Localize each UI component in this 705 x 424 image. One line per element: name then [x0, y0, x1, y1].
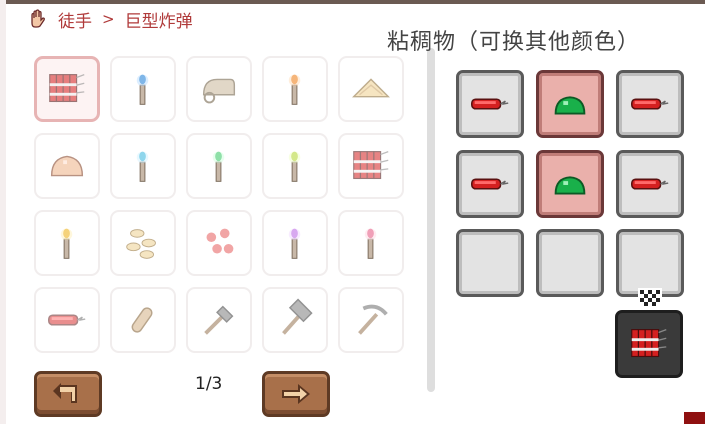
dynamite-stick-icon — [471, 178, 509, 190]
dynamite-stick-icon — [631, 98, 669, 110]
rope-icon — [131, 307, 153, 333]
item-slot[interactable] — [110, 287, 176, 353]
item-slot[interactable] — [110, 210, 176, 276]
crafting-slot[interactable] — [616, 150, 684, 218]
item-slot[interactable] — [34, 56, 100, 122]
crafting-slot[interactable] — [456, 70, 524, 138]
crafting-slot[interactable] — [456, 150, 524, 218]
result-slot[interactable] — [615, 310, 683, 378]
crafting-slot[interactable] — [616, 70, 684, 138]
dynamite-stick-icon — [48, 314, 86, 326]
item-slot[interactable] — [34, 210, 100, 276]
item-slot[interactable] — [186, 56, 252, 122]
yellow-green-torch-icon — [288, 151, 301, 182]
page-indicator: 1/3 — [195, 374, 223, 394]
hand-icon — [31, 9, 45, 28]
item-slot[interactable] — [34, 287, 100, 353]
ice-torch-icon — [136, 151, 149, 182]
item-slot[interactable] — [262, 287, 328, 353]
seeds-icon — [126, 229, 156, 259]
item-slot[interactable] — [262, 133, 328, 199]
recipe-title: 粘稠物（可换其他颜色） — [387, 30, 641, 55]
left-edge — [0, 0, 6, 424]
crafting-slot[interactable] — [536, 150, 604, 218]
crafting-slot[interactable] — [456, 229, 524, 297]
item-slot[interactable] — [338, 287, 404, 353]
dynamite-bundle-icon — [353, 150, 389, 180]
item-slot[interactable] — [186, 210, 252, 276]
green-gel-icon — [554, 176, 586, 195]
green-torch-icon — [212, 151, 225, 182]
crafting-slot[interactable] — [536, 70, 604, 138]
item-slot[interactable] — [338, 133, 404, 199]
dynamite-stick-icon — [471, 98, 509, 110]
breadcrumb-current: 巨型炸弹 — [124, 11, 193, 32]
green-gel-icon — [554, 96, 586, 115]
hammer-icon — [282, 298, 313, 335]
gel-drops-icon — [206, 228, 234, 254]
purple-torch-icon — [288, 228, 301, 259]
back-arrow-icon — [53, 383, 77, 403]
shovel-icon — [204, 305, 234, 335]
dynamite-bundle-icon — [49, 73, 85, 103]
item-slot[interactable] — [338, 56, 404, 122]
item-slot[interactable] — [338, 210, 404, 276]
breadcrumb-root[interactable]: 徒手 — [58, 7, 92, 32]
grappling-hook-icon — [202, 78, 236, 104]
item-slot[interactable] — [110, 133, 176, 199]
yellow-torch-icon — [60, 228, 73, 259]
next-page-button[interactable] — [262, 371, 330, 417]
scrollbar[interactable] — [427, 48, 435, 392]
right-arrow-icon — [282, 384, 310, 404]
prev-page-button[interactable] — [34, 371, 102, 417]
breadcrumb: 徒手 > 巨型炸弹 — [28, 7, 193, 32]
pickaxe-icon — [358, 304, 388, 335]
item-slot[interactable] — [34, 133, 100, 199]
crafting-slot[interactable] — [616, 229, 684, 297]
dynamite-bundle-icon — [631, 328, 667, 358]
item-slot[interactable] — [262, 56, 328, 122]
item-slot[interactable] — [186, 287, 252, 353]
item-slot[interactable] — [186, 133, 252, 199]
breadcrumb-separator: > — [102, 10, 115, 28]
dynamite-stick-icon — [631, 178, 669, 190]
slime-blob-icon — [50, 155, 84, 177]
pink-torch-icon — [364, 228, 377, 259]
orange-torch-icon — [288, 74, 301, 105]
mushroom-stack-icon — [352, 78, 390, 98]
item-slot[interactable] — [262, 210, 328, 276]
result-arrow-icon — [638, 288, 662, 310]
corner-badge — [684, 412, 705, 424]
item-slot[interactable] — [110, 56, 176, 122]
crafting-slot[interactable] — [536, 229, 604, 297]
blue-torch-icon — [136, 74, 149, 105]
